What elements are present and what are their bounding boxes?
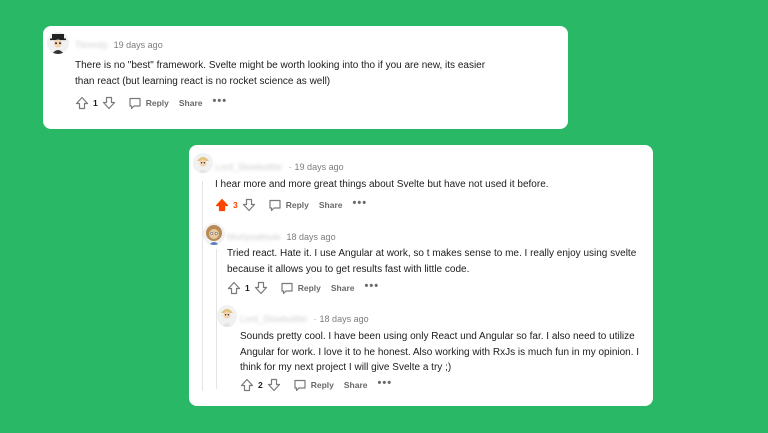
reply-icon[interactable] [268, 198, 282, 212]
comment-meta: Lord_Slowbuttler · 19 days ago [215, 162, 344, 172]
downvote-icon[interactable] [254, 281, 268, 295]
comment-body: Tried react. Hate it. I use Angular at w… [227, 246, 636, 277]
vote-count: 3 [233, 200, 238, 210]
reply-icon[interactable] [128, 96, 142, 110]
separator: · [288, 162, 292, 172]
avatar[interactable] [203, 223, 225, 245]
reply-button[interactable]: Reply [311, 380, 334, 390]
more-icon[interactable]: ••• [365, 280, 380, 292]
comment-card-2: Lord_Slowbuttler · 19 days ago I hear mo… [189, 145, 653, 406]
timestamp: 18 days ago [286, 232, 336, 242]
username[interactable]: Mortywafoule [227, 232, 281, 242]
separator: · [313, 314, 317, 324]
more-icon[interactable]: ••• [378, 377, 393, 389]
more-icon[interactable]: ••• [353, 197, 368, 209]
avatar[interactable] [193, 153, 213, 173]
downvote-icon[interactable] [102, 96, 116, 110]
upvote-icon[interactable] [240, 378, 254, 392]
comment-line: Angular for work. I love it to he honest… [240, 346, 640, 358]
comment-body: I hear more and more great things about … [215, 177, 549, 193]
comment-card-1: Tiimmily 19 days ago There is no "best" … [43, 26, 568, 129]
comment-line: think for my next project I will give Sv… [240, 362, 452, 373]
username[interactable]: Lord_Slowbuttler [215, 162, 283, 172]
vote-count: 2 [258, 380, 263, 390]
comment-meta: Mortywafoule 18 days ago [227, 232, 336, 242]
comment-line: Sounds pretty cool. I have been using on… [240, 331, 635, 342]
comment-line: There is no "best" framework. Svelte mig… [75, 60, 486, 71]
downvote-icon[interactable] [267, 378, 281, 392]
comment-body: Sounds pretty cool. I have been using on… [240, 329, 639, 376]
comment-line: because it allows you to get results fas… [227, 263, 470, 275]
reply-button[interactable]: Reply [286, 200, 309, 210]
share-button[interactable]: Share [344, 380, 368, 390]
comment-actions: 3 Reply Share ••• [215, 197, 368, 212]
vote-count: 1 [245, 283, 250, 293]
comment-actions: 1 Reply Share ••• [227, 280, 380, 295]
reply-icon[interactable] [293, 378, 307, 392]
timestamp: 18 days ago [319, 314, 369, 324]
avatar[interactable] [47, 32, 69, 54]
thread-line[interactable] [202, 181, 203, 391]
username[interactable]: Lord_Slowbuttler [240, 314, 308, 324]
share-button[interactable]: Share [179, 98, 203, 108]
comment-meta: Tiimmily 19 days ago [75, 40, 163, 50]
comment-line: I hear more and more great things about … [215, 179, 549, 190]
comment-line: than react (but learning react is no roc… [75, 75, 331, 87]
timestamp: 19 days ago [294, 162, 344, 172]
reply-button[interactable]: Reply [146, 98, 169, 108]
comment-actions: 2 Reply Share ••• [240, 377, 393, 392]
comment-body: There is no "best" framework. Svelte mig… [75, 58, 485, 89]
upvote-icon[interactable] [215, 198, 229, 212]
more-icon[interactable]: ••• [213, 95, 228, 107]
avatar[interactable] [217, 305, 237, 327]
share-button[interactable]: Share [331, 283, 355, 293]
upvote-icon[interactable] [75, 96, 89, 110]
share-button[interactable]: Share [319, 200, 343, 210]
comment-line: Tried react. Hate it. I use Angular at w… [227, 248, 637, 259]
username[interactable]: Tiimmily [75, 40, 108, 50]
comment-actions: 1 Reply Share ••• [75, 95, 228, 110]
timestamp: 19 days ago [113, 40, 163, 50]
reply-button[interactable]: Reply [298, 283, 321, 293]
downvote-icon[interactable] [242, 198, 256, 212]
comment-meta: Lord_Slowbuttler · 18 days ago [240, 314, 369, 324]
upvote-icon[interactable] [227, 281, 241, 295]
vote-count: 1 [93, 98, 98, 108]
reply-icon[interactable] [280, 281, 294, 295]
